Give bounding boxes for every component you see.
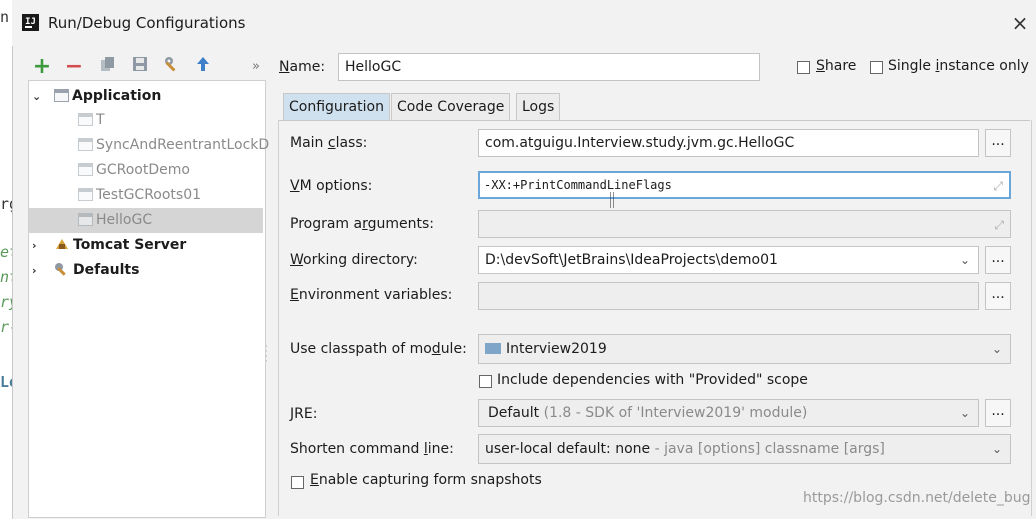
tree-item-label: HelloGC [96,212,153,228]
copy-icon[interactable] [96,55,120,79]
jre-value-detail: (1.8 - SDK of 'Interview2019' module) [539,405,808,421]
chevron-down-icon[interactable]: ⌄ [960,247,970,273]
wrench-icon[interactable] [160,55,184,79]
expand-icon[interactable]: ⤢ [993,174,1003,197]
application-config-icon [78,138,93,151]
tree-item-label: TestGCRoots01 [96,187,202,203]
environment-variables-input[interactable] [478,282,979,310]
window-title: Run/Debug Configurations [48,14,246,32]
editor-fragment: ry [0,293,12,311]
vm-options-value: -XX:+PrintCommandLineFlags [484,178,672,192]
working-directory-browse-button[interactable]: ... [985,246,1011,274]
chevron-right-icon: › [32,264,37,277]
editor-fragment: et [0,243,12,261]
tree-item-label: Tomcat Server [73,237,187,253]
share-label: Share [816,58,857,74]
tree-item-gcrootdemo[interactable]: GCRootDemo [78,158,190,183]
include-dependencies-checkbox[interactable] [479,375,492,388]
enable-snapshots-checkbox[interactable] [291,476,304,489]
application-config-icon [78,213,93,226]
tree-item-testgcroots01[interactable]: TestGCRoots01 [78,183,201,208]
add-icon[interactable]: + [30,55,54,79]
watermark: https://blog.csdn.net/delete_bug [803,490,1031,506]
working-directory-value: D:\devSoft\JetBrains\IdeaProjects\demo01 [485,252,778,268]
tab-configuration[interactable]: Configuration [283,93,390,120]
tree-item-label: SyncAndReentrantLockD [96,137,270,153]
main-class-label: Main class: [290,135,368,151]
jre-browse-button[interactable]: ... [985,399,1011,427]
defaults-wrench-icon [54,260,70,276]
move-up-icon[interactable] [191,55,215,79]
chevron-down-icon: ⌄ [991,442,1002,456]
shorten-command-line-value: user-local default: none [485,441,651,457]
module-folder-icon [485,343,501,354]
vm-options-input[interactable]: -XX:+PrintCommandLineFlags ⤢ [478,171,1011,199]
include-dependencies-label: Include dependencies with "Provided" sco… [497,372,808,388]
program-arguments-label: Program arguments: [290,216,435,232]
tree-item-label: GCRootDemo [96,162,190,178]
tree-item-label: Application [72,88,162,104]
editor-fragment: nt [0,268,12,286]
classpath-module-select[interactable]: Interview2019 ⌄ [478,334,1011,364]
expand-icon[interactable]: ⤢ [994,212,1004,237]
jre-value: Default [488,405,540,421]
working-directory-input[interactable]: D:\devSoft\JetBrains\IdeaProjects\demo01… [478,246,979,274]
remove-icon[interactable]: − [62,55,86,79]
share-checkbox[interactable] [797,61,810,74]
editor-fragment: Lo [0,373,12,391]
editor-fragment: r- [0,318,12,336]
close-button[interactable]: × [1006,10,1034,36]
application-config-icon [78,188,93,201]
shorten-command-line-select[interactable]: user-local default: none - java [options… [478,434,1011,464]
save-icon[interactable] [128,55,152,79]
application-config-icon [78,163,93,176]
single-instance-checkbox[interactable] [870,61,883,74]
chevron-down-icon: ⌄ [991,342,1002,356]
tree-item-label: Defaults [73,262,140,278]
jre-label: JRE: [290,406,318,422]
intellij-logo-icon: IJ [22,14,39,31]
environment-variables-label: Environment variables: [290,287,453,303]
shorten-command-line-detail: - java [options] classname [args] [650,441,885,457]
tree-item-label: T [96,112,105,128]
application-icon [54,89,69,102]
chevron-down-icon: ⌄ [32,90,42,103]
chevron-down-icon: ⌄ [959,406,970,420]
editor-fragment: rg [0,195,12,213]
tree-item-syncandreentrantlock[interactable]: SyncAndReentrantLockD [78,133,269,158]
classpath-module-label: Use classpath of module: [290,341,467,357]
shorten-command-line-label: Shorten command line: [290,441,454,457]
tree-item-t[interactable]: T [78,108,105,133]
program-arguments-input[interactable]: ⤢ [478,210,1011,238]
vm-options-label: VM options: [290,178,373,194]
text-cursor-icon [610,192,614,208]
working-directory-label: Working directory: [290,252,418,268]
chevron-right-icon: › [32,239,37,252]
single-instance-label: Single instance only [888,58,1029,74]
tab-logs[interactable]: Logs [516,93,561,120]
tree-item-hellogc[interactable]: HelloGC [78,208,152,233]
application-config-icon [78,113,93,126]
name-label: Name: [279,59,326,75]
tomcat-icon [54,235,70,249]
environment-variables-browse-button[interactable]: ... [985,282,1011,310]
jre-select[interactable]: Default (1.8 - SDK of 'Interview2019' mo… [478,399,979,427]
name-input[interactable]: HelloGC [338,53,760,81]
background-editor-strip: n. rg et nt ry r- Lo [0,0,13,519]
classpath-module-value: Interview2019 [506,341,607,357]
main-class-input[interactable]: com.atguigu.Interview.study.jvm.gc.Hello… [478,129,979,157]
more-toolbar-icon[interactable]: » [244,55,268,79]
splitter-handle[interactable]: · · · · [265,343,268,367]
main-class-browse-button[interactable]: ... [985,129,1011,157]
enable-snapshots-label: Enable capturing form snapshots [310,472,542,488]
tab-code-coverage[interactable]: Code Coverage [391,93,511,120]
